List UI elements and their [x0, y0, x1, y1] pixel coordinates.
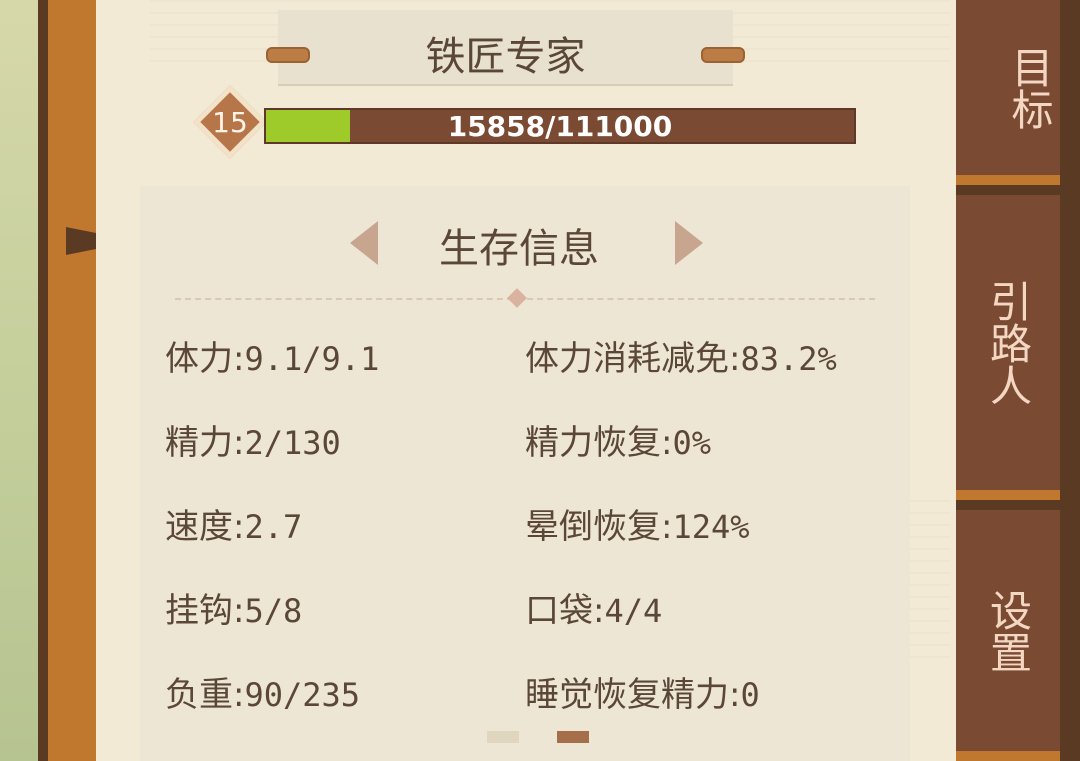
level-badge: 15	[193, 85, 267, 159]
level-value: 15	[212, 106, 248, 139]
stat-label: 睡觉恢复精力:	[525, 675, 741, 715]
stat-label: 精力恢复:	[525, 423, 673, 463]
stat-value: 2/130	[244, 424, 341, 462]
stats-grid: 体力:9.1/9.1 体力消耗减免:83.2% 精力:2/130 精力恢复:0%…	[165, 316, 905, 746]
survival-info-panel: 生存信息 体力:9.1/9.1 体力消耗减免:83.2% 精力:2/130 精力…	[140, 186, 910, 761]
stat-pockets: 口袋:4/4	[525, 583, 905, 632]
prev-page-arrow-icon[interactable]	[350, 221, 378, 265]
stat-row: 体力:9.1/9.1 体力消耗减免:83.2%	[165, 331, 905, 391]
stat-value: 90/235	[244, 676, 361, 714]
stat-faint-recovery: 晕倒恢复:124%	[525, 499, 905, 548]
next-page-arrow-icon[interactable]	[675, 221, 703, 265]
stat-load: 负重:90/235	[165, 667, 505, 716]
stat-value: 0	[740, 676, 760, 714]
stat-value: 124%	[672, 508, 750, 546]
stat-label: 挂钩:	[165, 591, 245, 631]
stat-stamina: 体力:9.1/9.1	[165, 331, 505, 380]
side-tab-bar: 目标 引路人 设置	[956, 0, 1080, 761]
stat-value: 4/4	[604, 592, 663, 630]
stat-value: 83.2%	[740, 340, 837, 378]
stat-stamina-reduction: 体力消耗减免:83.2%	[525, 331, 905, 380]
stat-value: 0%	[672, 424, 711, 462]
stat-label: 精力:	[165, 423, 245, 463]
stat-value: 2.7	[244, 508, 303, 546]
stat-energy: 精力:2/130	[165, 415, 505, 464]
title-banner: 铁匠专家	[266, 10, 745, 84]
stat-value: 5/8	[244, 592, 303, 630]
stat-value: 9.1/9.1	[244, 340, 380, 378]
stat-label: 速度:	[165, 507, 245, 547]
stat-row: 速度:2.7 晕倒恢复:124%	[165, 499, 905, 559]
stat-hooks: 挂钩:5/8	[165, 583, 505, 632]
divider-ornament-icon	[507, 288, 527, 308]
experience-text: 15858/111000	[447, 109, 673, 143]
stat-label: 负重:	[165, 675, 245, 715]
stat-sleep-energy-recovery: 睡觉恢复精力:0	[525, 667, 905, 716]
stat-speed: 速度:2.7	[165, 499, 505, 548]
tab-guide[interactable]: 引路人	[956, 195, 1060, 500]
stat-label: 体力消耗减免:	[525, 339, 741, 379]
tab-goal[interactable]: 目标	[956, 0, 1060, 185]
page-indicator-dot-2[interactable]	[557, 731, 589, 743]
stat-row: 精力:2/130 精力恢复:0%	[165, 415, 905, 475]
stat-label: 口袋:	[525, 591, 605, 631]
page-indicator	[487, 731, 597, 743]
stat-label: 晕倒恢复:	[525, 507, 673, 547]
stat-row: 负重:90/235 睡觉恢复精力:0	[165, 667, 905, 727]
page-indicator-dot-1[interactable]	[487, 731, 519, 743]
stat-energy-recovery: 精力恢复:0%	[525, 415, 905, 464]
section-title: 生存信息	[439, 226, 599, 272]
experience-row: 15 15858/111000	[193, 85, 859, 176]
profession-title: 铁匠专家	[425, 34, 586, 80]
stat-label: 体力:	[165, 339, 245, 379]
stat-row: 挂钩:5/8 口袋:4/4	[165, 583, 905, 643]
tab-settings[interactable]: 设置	[956, 510, 1060, 761]
experience-bar: 15858/111000	[264, 108, 856, 144]
